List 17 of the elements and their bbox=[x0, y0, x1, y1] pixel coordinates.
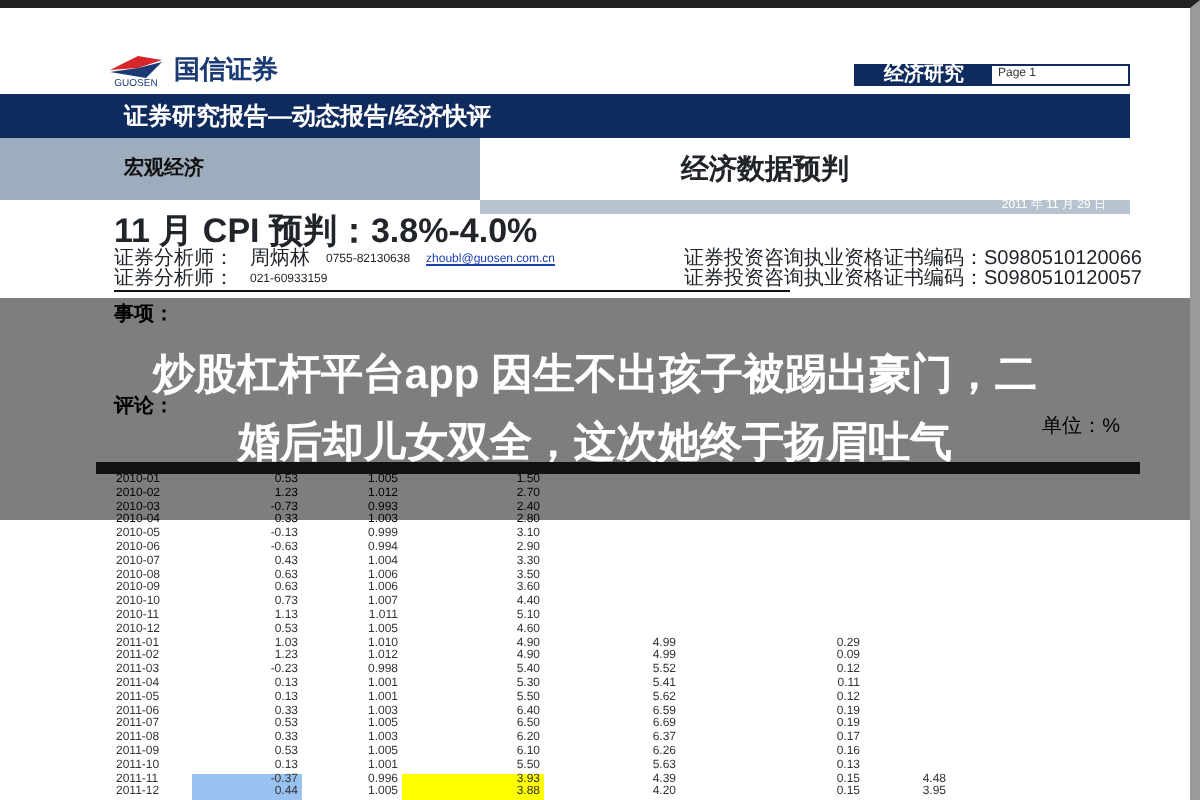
headline-text: 婚后却儿女双全，这次她终于扬眉吐气 bbox=[237, 419, 952, 467]
headline-text: 炒股杠杆平台app 因生不出孩子被踢出豪门，二 bbox=[152, 351, 1038, 397]
company-name: 国信证券 bbox=[174, 54, 278, 91]
section-heading: 评论： bbox=[114, 398, 174, 418]
report-type: 经济数据预判 bbox=[678, 150, 851, 188]
report-title: 11 月 CPI 预判：3.8%-4.0% bbox=[112, 214, 540, 250]
section-tag: 经济研究 bbox=[856, 66, 992, 84]
logo-icon bbox=[110, 55, 162, 79]
analyst-license: 证券投资咨询执业资格证书编码：S0980510120057 bbox=[684, 270, 1142, 290]
analyst-license: 证券投资咨询执业资格证书编码：S0980510120066 bbox=[684, 250, 1142, 270]
report-banner: 证券研究报告—动态报告/经济快评 bbox=[0, 94, 1130, 138]
analyst-name: 周炳林 bbox=[250, 250, 310, 270]
category-label: 宏观经济 bbox=[0, 138, 480, 200]
section-heading: 事项： bbox=[114, 306, 174, 326]
analyst-label: 证券分析师： bbox=[114, 270, 234, 290]
unit-label: 单位：% bbox=[1040, 418, 1122, 438]
analyst-label: 证券分析师： bbox=[114, 250, 234, 270]
